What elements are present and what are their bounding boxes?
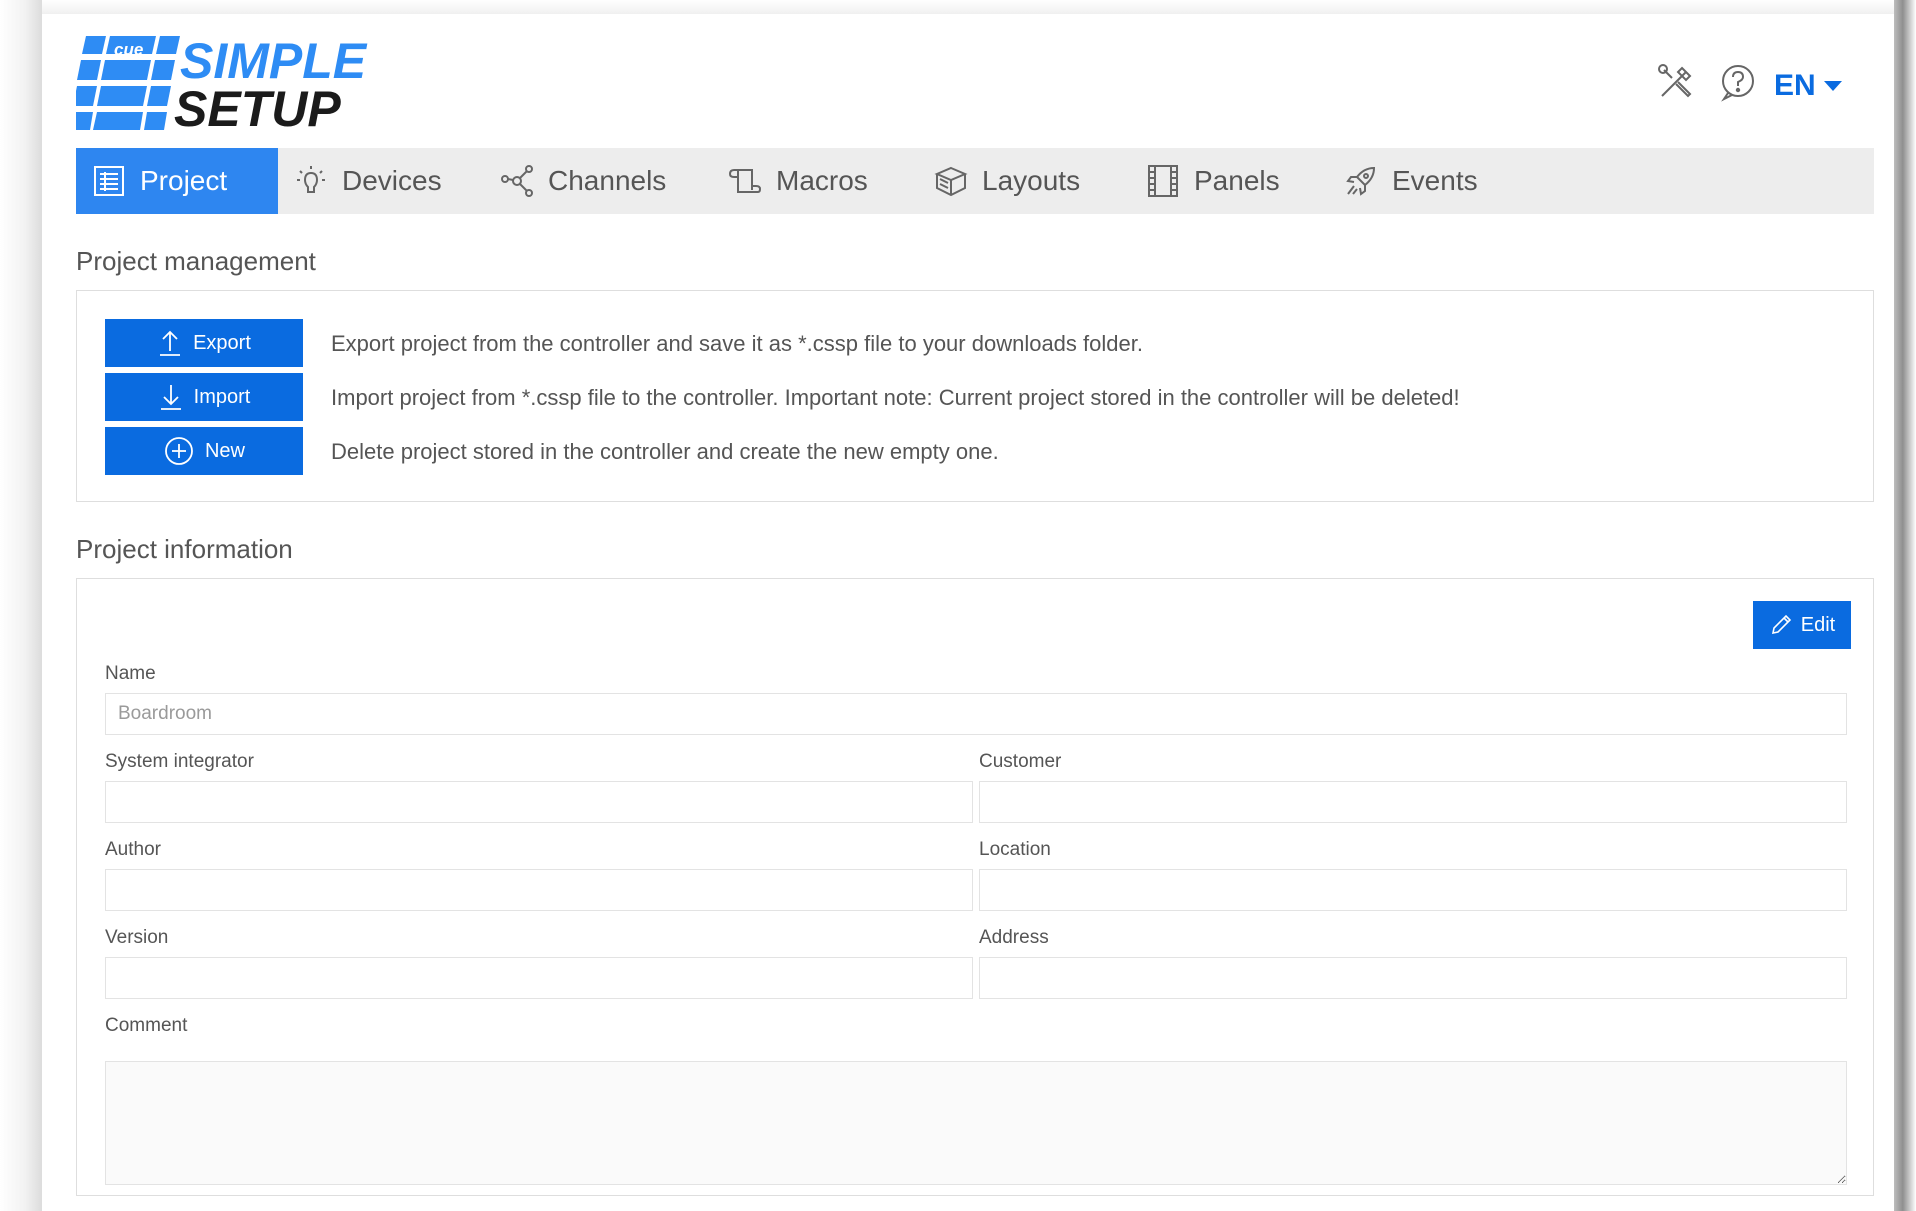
project-list-icon (92, 164, 126, 198)
project-information-title: Project information (76, 534, 293, 564)
plus-circle-icon (163, 435, 195, 467)
system-integrator-label: System integrator (105, 751, 254, 772)
language-selector[interactable]: EN (1774, 66, 1854, 106)
location-label: Location (979, 839, 1051, 860)
tab-events[interactable]: Events (1328, 148, 1508, 214)
new-button-label: New (204, 439, 245, 462)
system-integrator-field[interactable] (105, 781, 973, 823)
import-row: Import Import project from *.cssp file t… (105, 373, 1845, 421)
tab-project[interactable]: Project (76, 148, 278, 214)
tab-layouts-label: Layouts (982, 165, 1081, 196)
app-window: cue SIMPLE SETUP EN Project Devices Chan… (42, 14, 1894, 1211)
tab-macros[interactable]: Macros (712, 148, 918, 214)
customer-field[interactable] (979, 781, 1847, 823)
tab-events-label: Events (1392, 165, 1478, 196)
edit-button[interactable]: Edit (1753, 601, 1851, 649)
caret-down-icon (1823, 81, 1842, 91)
svg-text:cue: cue (114, 40, 143, 59)
help-circle-icon (1718, 62, 1758, 107)
project-management-title: Project management (76, 246, 316, 276)
name-label: Name (105, 663, 156, 684)
import-button-label: Import (193, 385, 251, 408)
export-description: Export project from the controller and s… (331, 331, 1143, 356)
import-description: Import project from *.cssp file to the c… (331, 385, 1460, 410)
tab-panels-label: Panels (1194, 165, 1280, 196)
version-label: Version (105, 927, 169, 948)
download-arrow-icon (158, 383, 184, 411)
comment-field[interactable] (105, 1061, 1847, 1185)
export-button-label: Export (193, 331, 251, 354)
tab-devices-label: Devices (342, 165, 442, 196)
tab-channels[interactable]: Channels (484, 148, 712, 214)
author-label: Author (105, 839, 161, 860)
window-frame-right (1894, 0, 1916, 1211)
film-panel-icon (1146, 164, 1180, 198)
tab-macros-label: Macros (776, 165, 868, 196)
upload-arrow-icon (157, 329, 183, 357)
language-label: EN (1774, 69, 1816, 102)
window-frame-top (0, 0, 1916, 14)
window-frame-left (0, 0, 42, 1211)
project-information-panel: Edit Name System integrator Customer Aut… (76, 578, 1874, 1196)
rocket-icon (1344, 164, 1378, 198)
version-field[interactable] (105, 957, 973, 999)
comment-label: Comment (105, 1015, 188, 1036)
help-button[interactable] (1716, 62, 1760, 106)
new-row: New Delete project stored in the control… (105, 427, 1845, 475)
address-label: Address (979, 927, 1049, 948)
customer-label: Customer (979, 751, 1062, 772)
edit-button-label: Edit (1800, 613, 1836, 636)
scroll-icon (728, 164, 762, 198)
tools-button[interactable] (1654, 62, 1698, 106)
new-description: Delete project stored in the controller … (331, 439, 999, 464)
tab-panels[interactable]: Panels (1130, 148, 1328, 214)
tab-project-label: Project (140, 165, 228, 196)
lightbulb-icon (294, 164, 328, 198)
tab-channels-label: Channels (548, 165, 667, 196)
project-management-panel: Export Export project from the controlle… (76, 290, 1874, 502)
export-row: Export Export project from the controlle… (105, 319, 1845, 367)
cue-simple-setup-logo: cue SIMPLE SETUP (70, 33, 396, 137)
name-field[interactable] (105, 693, 1847, 735)
header-toolbar: EN (1654, 62, 1894, 112)
location-field[interactable] (979, 869, 1847, 911)
tools-icon (1656, 62, 1696, 107)
address-field[interactable] (979, 957, 1847, 999)
cube-icon (934, 164, 968, 198)
network-nodes-icon (500, 164, 534, 198)
svg-text:SETUP: SETUP (174, 81, 341, 130)
pencil-icon (1769, 613, 1793, 637)
new-project-button[interactable]: New (105, 427, 303, 475)
tab-devices[interactable]: Devices (278, 148, 484, 214)
export-button[interactable]: Export (105, 319, 303, 367)
import-button[interactable]: Import (105, 373, 303, 421)
tab-layouts[interactable]: Layouts (918, 148, 1130, 214)
main-tabs: Project Devices Channels Macros Layouts … (76, 148, 1874, 214)
author-field[interactable] (105, 869, 973, 911)
